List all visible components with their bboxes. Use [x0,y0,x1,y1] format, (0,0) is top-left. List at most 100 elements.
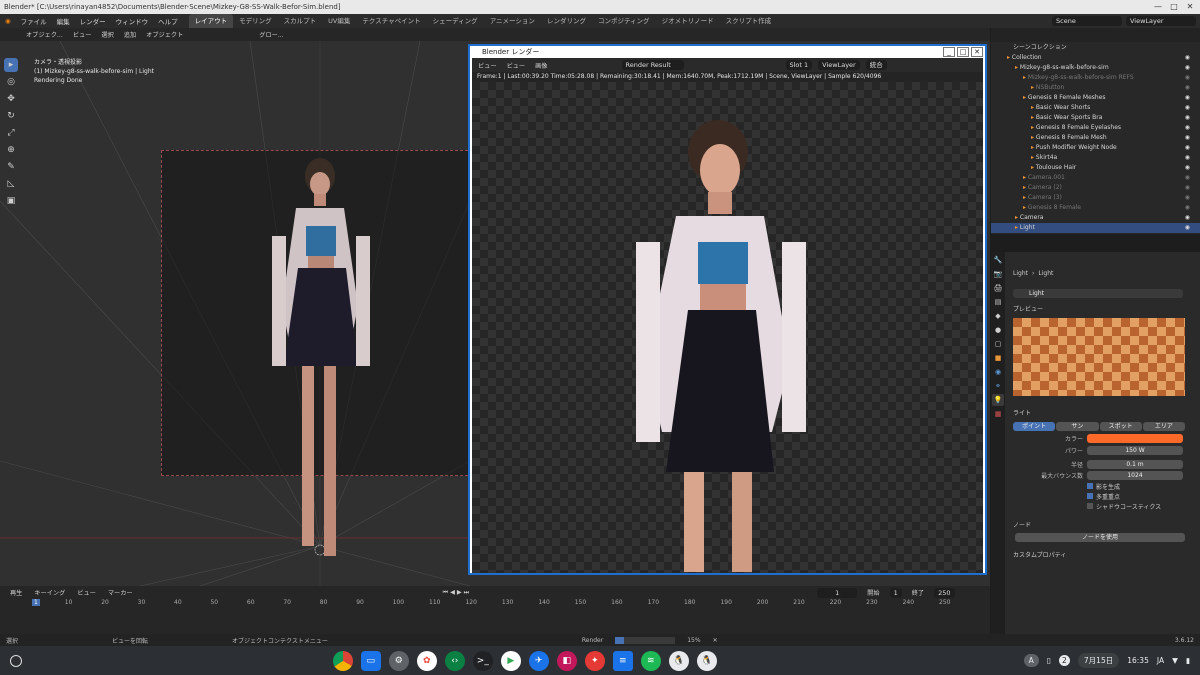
language-indicator[interactable]: JA [1157,656,1164,665]
outliner-row[interactable]: ▸ Basic Wear Sports Bra ◉ [991,113,1200,123]
visibility-icon[interactable]: ◉ [1185,173,1190,183]
visibility-icon[interactable]: ◉ [1185,73,1190,83]
frame-ruler[interactable]: 1 10 20 30 40 50 60 70 80 90 100 110 120 130 140 150 160… [0,599,960,609]
scene-collection-label[interactable]: シーンコレクション [1013,43,1067,53]
visibility-icon[interactable]: ◉ [1185,103,1190,113]
object-tab-icon[interactable]: ■ [992,352,1004,364]
visibility-icon[interactable]: ◉ [1185,183,1190,193]
remote-desktop-icon[interactable]: ✦ [584,650,605,671]
light-data-tab-icon[interactable]: 💡 [992,394,1004,406]
current-frame-field[interactable]: 1 [817,587,858,598]
tab-sculpt[interactable]: スカルプト [278,14,323,28]
menu-image[interactable]: 画像 [533,61,549,70]
viewport-character[interactable] [262,156,380,586]
select-tool-icon[interactable]: ▸ [4,58,18,72]
preview-panel-header[interactable]: プレビュー [1013,304,1043,313]
texture-tab-icon[interactable]: ▦ [992,408,1004,420]
output-tab-icon[interactable]: 🖨 [992,282,1004,294]
maximize-icon[interactable]: □ [957,47,969,57]
outliner-row[interactable]: ▸ Camera.001 ◉ [991,173,1200,183]
visibility-icon[interactable]: ◉ [1185,133,1190,143]
light-type-point[interactable]: ポイント [1013,422,1056,431]
annotate-tool-icon[interactable]: ✎ [4,160,18,174]
layer-dropdown[interactable]: ViewLayer [818,60,860,70]
menu-object[interactable]: オブジェクト [144,30,185,39]
viewlayer-field[interactable]: ViewLayer [1126,16,1196,26]
menu-add[interactable]: 追加 [122,30,138,39]
radius-field[interactable]: 0.1 m [1087,460,1183,469]
tab-animation[interactable]: アニメーション [484,14,541,28]
menu-edit[interactable]: 編集 [52,16,75,26]
chrome-icon[interactable] [332,650,353,671]
outliner-row[interactable]: ▸ Toulouse Hair ◉ [991,163,1200,173]
menu-select[interactable]: 選択 [99,30,115,39]
outliner-row[interactable]: ▸ Mizkey-g8-ss-walk-before-sim REFS ◉ [991,73,1200,83]
files-icon[interactable]: ▭ [360,650,381,671]
outliner-row[interactable]: ▸ Genesis 8 Female ◉ [991,203,1200,213]
docs-icon[interactable]: ≡ [612,650,633,671]
blender-logo-icon[interactable]: ◉ [0,17,16,25]
minimize-icon[interactable]: _ [943,47,955,57]
phone-hub-icon[interactable]: ▯ [1047,656,1051,665]
mode-dropdown[interactable]: オブジェク... [24,30,65,39]
color-swatch[interactable] [1087,434,1183,443]
light-panel-header[interactable]: ライト [1013,408,1031,417]
sticker-app-icon[interactable]: ◧ [556,650,577,671]
outliner-row[interactable]: ▸ Camera (3) ◉ [991,193,1200,203]
menu-view[interactable]: ビュー [75,588,98,597]
linux-app-2-icon[interactable]: 🐧 [696,650,717,671]
outliner-row[interactable]: ▸ Camera (2) ◉ [991,183,1200,193]
menu-view[interactable]: ビュー [71,30,94,39]
outliner-row[interactable]: ▸ NSButton ◉ [991,83,1200,93]
properties-editor[interactable]: 🔧 📷 🖨 ▤ ◆ ● ▢ ■ ◉ ⚭ 💡 ▦ Light › Light Li… [991,252,1200,634]
clock[interactable]: 16:35 [1127,656,1149,665]
measure-tool-icon[interactable]: ◺ [4,177,18,191]
outliner-row[interactable]: ▸ Camera ◉ [991,213,1200,223]
menu-help[interactable]: ヘルプ [153,16,183,26]
cursor-tool-icon[interactable]: ◎ [4,75,18,89]
menu-window[interactable]: ウィンドウ [111,16,154,26]
render-result-image[interactable] [472,82,983,573]
rotate-tool-icon[interactable]: ↻ [4,109,18,123]
visibility-icon[interactable]: ◉ [1185,123,1190,133]
tab-modeling[interactable]: モデリング [233,14,278,28]
linux-app-icon[interactable]: 🐧 [668,650,689,671]
system-tray[interactable]: A ▯ 2 7月15日 16:35 JA ▼ ▮ [1023,653,1190,668]
multiple-importance-checkbox[interactable]: 多重重点 [1087,493,1161,503]
render-window[interactable]: Blender レンダー _ □ ✕ ビュー ビュー 画像 Render Res… [468,44,987,575]
visibility-icon[interactable]: ◉ [1185,93,1190,103]
outliner-row[interactable]: ▸ Collection ◉ [991,53,1200,63]
render-tab-icon[interactable]: 📷 [992,268,1004,280]
outliner-row[interactable]: ▸ Light ◉ [991,223,1200,233]
bounces-field[interactable]: 1024 [1087,471,1183,480]
shadow-caustics-checkbox[interactable]: シャドウコースティクス [1087,503,1161,513]
ime-icon[interactable]: A [1023,654,1039,667]
use-nodes-button[interactable]: ノードを使用 [1015,533,1185,542]
tool-tab-icon[interactable]: 🔧 [992,254,1004,266]
outliner-row[interactable]: ▸ Genesis 8 Female Mesh ◉ [991,133,1200,143]
outliner[interactable]: シーンコレクション ▸ Collection ◉ ▸ Mizkey-g8-ss-wa… [991,28,1200,234]
maximize-icon[interactable]: □ [1168,2,1180,12]
tab-shading[interactable]: シェーディング [427,14,484,28]
outliner-row[interactable]: ▸ Basic Wear Shorts ◉ [991,103,1200,113]
notification-badge[interactable]: 2 [1058,655,1070,666]
close-icon[interactable]: ✕ [1184,2,1196,12]
light-type-area[interactable]: エリア [1142,422,1185,431]
menu-file[interactable]: ファイル [16,16,52,26]
tab-rendering[interactable]: レンダリング [541,14,592,28]
power-field[interactable]: 150 W [1087,446,1183,455]
light-type-spot[interactable]: スポット [1099,422,1142,431]
outliner-row[interactable]: ▸ Mizkey-g8-ss-walk-before-sim ◉ [991,63,1200,73]
scene-tab-icon[interactable]: ◆ [992,310,1004,322]
dev-terminal-icon[interactable]: ‹› [444,650,465,671]
visibility-icon[interactable]: ◉ [1185,83,1190,93]
world-tab-icon[interactable]: ● [992,324,1004,336]
date-display[interactable]: 7月15日 [1077,653,1120,668]
move-tool-icon[interactable]: ✥ [4,92,18,106]
visibility-icon[interactable]: ◉ [1185,163,1190,173]
outliner-row[interactable]: ▸ Push Modifier Weight Node ◉ [991,143,1200,153]
slot-dropdown[interactable]: Slot 1 [785,60,813,70]
menu-keying[interactable]: キーイング [32,588,67,597]
visibility-icon[interactable]: ◉ [1185,53,1190,63]
minimize-icon[interactable]: — [1152,2,1164,12]
